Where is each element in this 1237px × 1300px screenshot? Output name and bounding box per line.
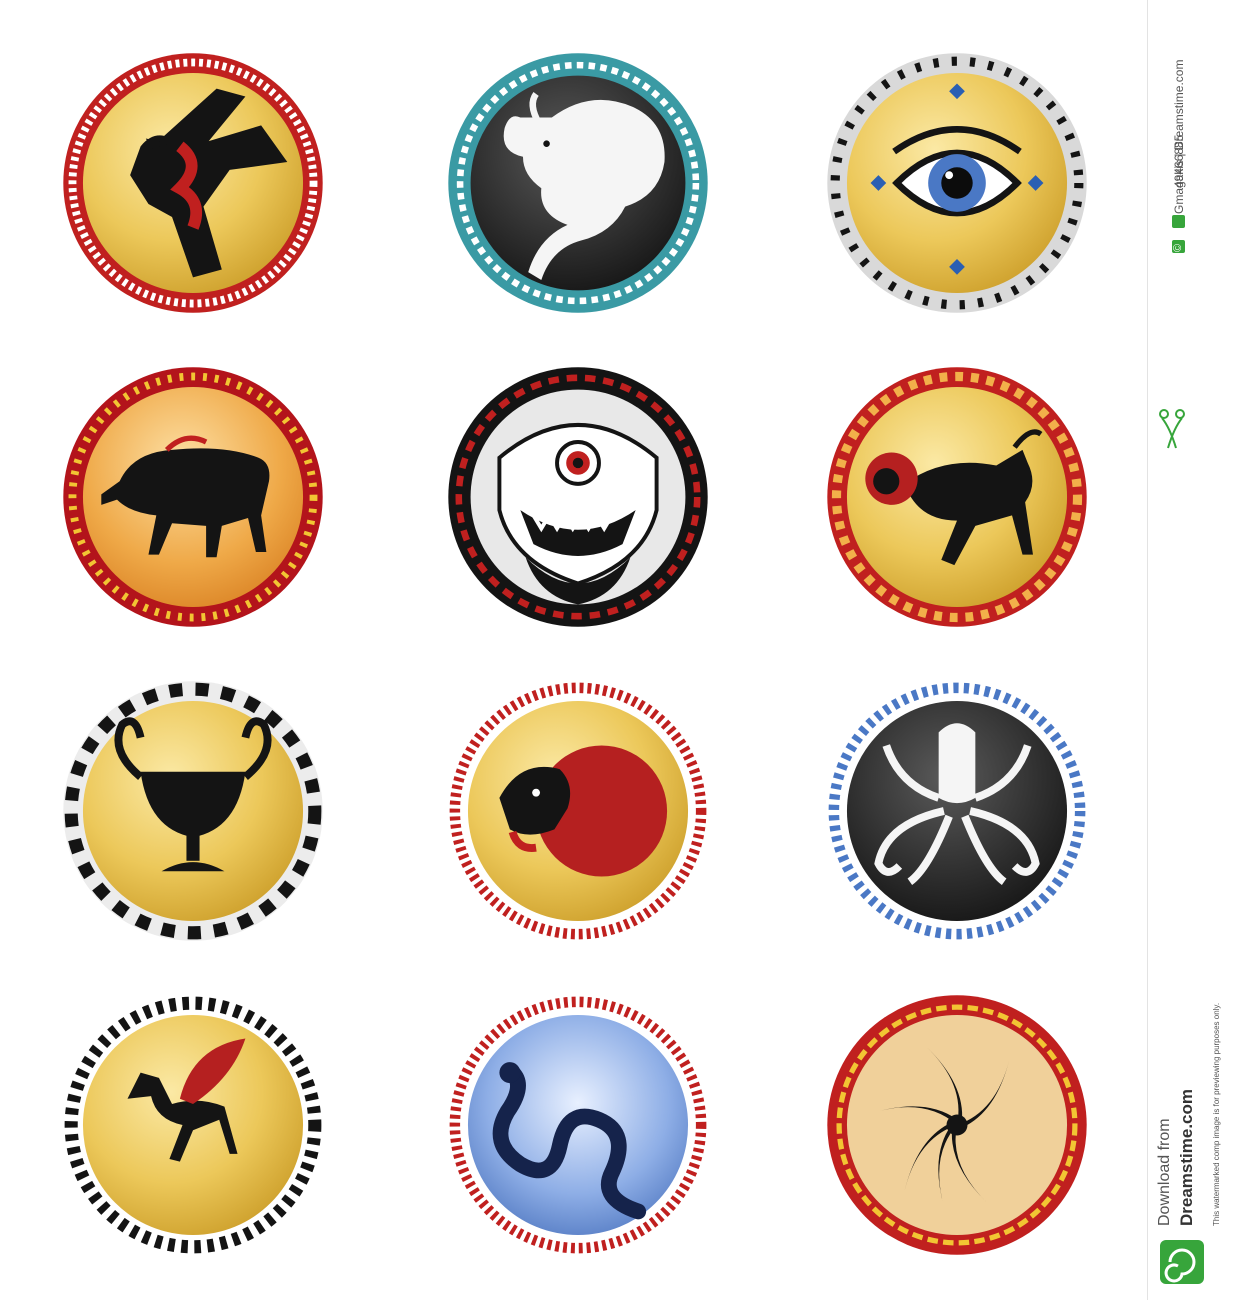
gorgon-icon (448, 367, 708, 627)
octopus-icon (827, 681, 1087, 941)
shield-bull (447, 52, 709, 314)
chimera-icon (827, 367, 1087, 627)
scissors-icon (1156, 408, 1188, 458)
id-badge-icon (1172, 215, 1185, 228)
shield-serpent (447, 994, 709, 1256)
boar-icon (63, 367, 323, 627)
eagle-icon (63, 53, 323, 313)
shield-pegasus (62, 994, 324, 1256)
bull-icon (448, 53, 708, 313)
whirl-icon (827, 995, 1087, 1255)
watermark-sidebar-divider (1147, 0, 1148, 1300)
shield-gorgon (447, 366, 709, 628)
credit-text: Gmagakis | Dreamstime.com (1172, 59, 1186, 214)
disclaimer: This watermarked comp image is for previ… (1212, 1002, 1221, 1226)
shield-octopus (826, 680, 1088, 942)
shield-lion-head (447, 680, 709, 942)
lion-head-icon (448, 681, 708, 941)
download-line1: Download from (1156, 1118, 1173, 1226)
copyright-symbol: © (1172, 243, 1184, 252)
eye-icon (827, 53, 1087, 313)
shield-kylix (62, 680, 324, 942)
kylix-icon (63, 681, 323, 941)
shield-eagle (62, 52, 324, 314)
shield-chimera (826, 366, 1088, 628)
pegasus-icon (63, 995, 323, 1255)
shield-whirl (826, 994, 1088, 1256)
dreamstime-logo (1160, 1240, 1204, 1284)
serpent-icon (448, 995, 708, 1255)
download-line2: Dreamstime.com (1177, 1088, 1196, 1226)
shield-boar (62, 366, 324, 628)
shield-eye (826, 52, 1088, 314)
